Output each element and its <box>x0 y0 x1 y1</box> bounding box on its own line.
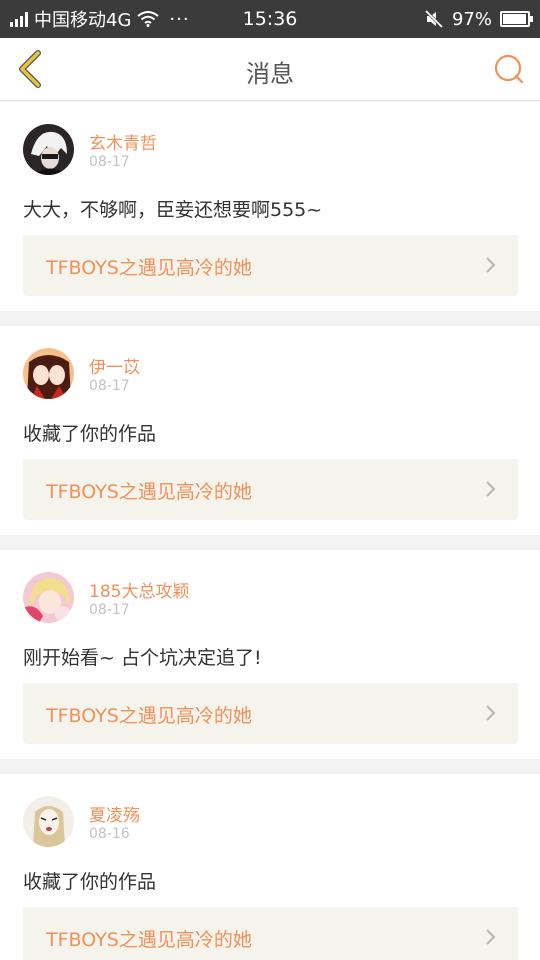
search-icon <box>494 54 524 84</box>
avatar[interactable] <box>23 796 74 847</box>
chevron-right-icon <box>486 257 496 273</box>
avatar[interactable] <box>23 348 74 399</box>
chevron-right-icon <box>486 929 496 945</box>
search-button[interactable] <box>488 48 530 90</box>
message-card: 夏凌殇 08-16 收藏了你的作品 TFBOYS之遇见高冷的她 <box>0 774 540 960</box>
username[interactable]: 185大总攻颖 <box>89 577 189 602</box>
status-bar: 中国移动4G ··· 15:36 97% <box>0 0 540 38</box>
work-link[interactable]: TFBOYS之遇见高冷的她 <box>23 235 518 296</box>
work-title: TFBOYS之遇见高冷的她 <box>46 929 252 951</box>
message-date: 08-16 <box>89 826 130 842</box>
message-text: 大大，不够啊，臣妾还想要啊555~ <box>23 199 323 221</box>
avatar[interactable] <box>23 124 74 175</box>
nav-bar: 消息 <box>0 38 540 101</box>
work-link[interactable]: TFBOYS之遇见高冷的她 <box>23 907 518 960</box>
avatar[interactable] <box>23 572 74 623</box>
work-title: TFBOYS之遇见高冷的她 <box>46 257 252 279</box>
username[interactable]: 玄木青哲 <box>89 129 157 154</box>
message-date: 08-17 <box>89 602 130 618</box>
message-card: 185大总攻颖 08-17 刚开始看~ 占个坑决定追了! TFBOYS之遇见高冷… <box>0 550 540 759</box>
work-title: TFBOYS之遇见高冷的她 <box>46 481 252 503</box>
chevron-right-icon <box>486 705 496 721</box>
message-date: 08-17 <box>89 154 130 170</box>
message-text: 收藏了你的作品 <box>23 871 157 893</box>
work-link[interactable]: TFBOYS之遇见高冷的她 <box>23 459 518 520</box>
message-text: 收藏了你的作品 <box>23 423 157 445</box>
username[interactable]: 伊一苡 <box>89 353 140 378</box>
username[interactable]: 夏凌殇 <box>89 801 140 826</box>
message-text: 刚开始看~ 占个坑决定追了! <box>23 647 262 669</box>
chevron-right-icon <box>486 481 496 497</box>
message-card: 玄木青哲 08-17 大大，不够啊，臣妾还想要啊555~ TFBOYS之遇见高冷… <box>0 102 540 311</box>
battery-level <box>503 14 527 24</box>
mute-icon <box>424 9 444 29</box>
work-link[interactable]: TFBOYS之遇见高冷的她 <box>23 683 518 744</box>
battery-icon <box>500 11 533 27</box>
page-title: 消息 <box>246 60 294 88</box>
work-title: TFBOYS之遇见高冷的她 <box>46 705 252 727</box>
message-date: 08-17 <box>89 378 130 394</box>
message-list: 玄木青哲 08-17 大大，不够啊，臣妾还想要啊555~ TFBOYS之遇见高冷… <box>0 102 540 960</box>
message-card: 伊一苡 08-17 收藏了你的作品 TFBOYS之遇见高冷的她 <box>0 326 540 535</box>
battery-percent: 97% <box>451 8 492 30</box>
